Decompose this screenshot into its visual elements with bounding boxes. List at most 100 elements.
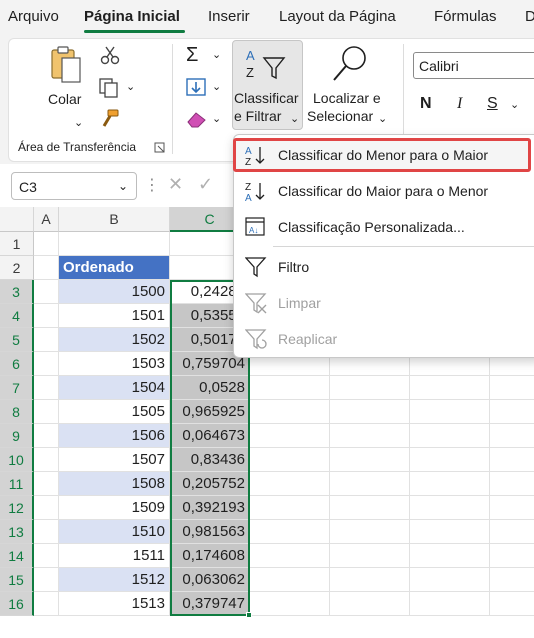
cell-a14[interactable] (34, 544, 59, 568)
row-header[interactable]: 1 (0, 232, 34, 256)
cell-a2[interactable] (34, 256, 59, 280)
row-header[interactable]: 12 (0, 496, 34, 520)
cell-f10[interactable] (410, 448, 490, 472)
tab-inserir[interactable]: Inserir (208, 8, 250, 25)
cell-a7[interactable] (34, 376, 59, 400)
clear-icon[interactable] (186, 110, 208, 128)
format-painter-icon[interactable] (99, 108, 121, 130)
row-header[interactable]: 11 (0, 472, 34, 496)
cell-e15[interactable] (330, 568, 410, 592)
cell-f9[interactable] (410, 424, 490, 448)
cell-d8[interactable] (250, 400, 330, 424)
cell-c11[interactable]: 0,205752 (170, 472, 250, 496)
cell-f7[interactable] (410, 376, 490, 400)
cell-c13[interactable]: 0,981563 (170, 520, 250, 544)
column-header-b[interactable]: B (59, 207, 170, 232)
menu-item-sort-descending[interactable]: Z A Classificar do Maior para o Menor (233, 174, 533, 208)
cell-a10[interactable] (34, 448, 59, 472)
find-select-icon[interactable] (330, 44, 370, 84)
row-header[interactable]: 4 (0, 304, 34, 328)
row-header[interactable]: 9 (0, 424, 34, 448)
cell-e16[interactable] (330, 592, 410, 616)
find-select-dropdown-icon[interactable]: ⌄ (378, 112, 387, 125)
cell-g12[interactable] (490, 496, 534, 520)
cell-b13[interactable]: 1510 (59, 520, 170, 544)
menu-item-clear[interactable]: Limpar (233, 286, 533, 320)
cell-g13[interactable] (490, 520, 534, 544)
row-header[interactable]: 10 (0, 448, 34, 472)
cell-f14[interactable] (410, 544, 490, 568)
cell-a6[interactable] (34, 352, 59, 376)
cell-b15[interactable]: 1512 (59, 568, 170, 592)
underline-dropdown-icon[interactable]: ⌄ (510, 98, 519, 111)
font-name-box[interactable]: Calibri (413, 52, 534, 79)
cell-d9[interactable] (250, 424, 330, 448)
cell-e9[interactable] (330, 424, 410, 448)
cell-e8[interactable] (330, 400, 410, 424)
cell-e14[interactable] (330, 544, 410, 568)
cell-b4[interactable]: 1501 (59, 304, 170, 328)
cell-b12[interactable]: 1509 (59, 496, 170, 520)
row-header[interactable]: 2 (0, 256, 34, 280)
cell-a1[interactable] (34, 232, 59, 256)
cell-g14[interactable] (490, 544, 534, 568)
row-header[interactable]: 13 (0, 520, 34, 544)
cell-b6[interactable]: 1503 (59, 352, 170, 376)
formula-bar-more-icon[interactable]: ⋮ (144, 175, 160, 195)
clipboard-dialog-launcher-icon[interactable] (154, 142, 166, 154)
find-select-label-line1[interactable]: Localizar e (313, 90, 381, 106)
cell-g7[interactable] (490, 376, 534, 400)
cell-a9[interactable] (34, 424, 59, 448)
tab-layout-da-pagina[interactable]: Layout da Página (279, 8, 396, 25)
cell-b1[interactable] (59, 232, 170, 256)
row-header[interactable]: 5 (0, 328, 34, 352)
cell-c9[interactable]: 0,064673 (170, 424, 250, 448)
cell-e10[interactable] (330, 448, 410, 472)
cell-b9[interactable]: 1506 (59, 424, 170, 448)
cell-a4[interactable] (34, 304, 59, 328)
cell-d14[interactable] (250, 544, 330, 568)
cell-f8[interactable] (410, 400, 490, 424)
cell-d15[interactable] (250, 568, 330, 592)
cell-c16[interactable]: 0,379747 (170, 592, 250, 616)
row-header[interactable]: 8 (0, 400, 34, 424)
name-box-dropdown-icon[interactable]: ⌄ (118, 179, 128, 193)
clear-dropdown-icon[interactable]: ⌄ (212, 112, 221, 125)
cell-b11[interactable]: 1508 (59, 472, 170, 496)
fill-dropdown-icon[interactable]: ⌄ (212, 80, 221, 93)
cell-a15[interactable] (34, 568, 59, 592)
confirm-entry-icon[interactable]: ✓ (198, 174, 213, 195)
cell-c14[interactable]: 0,174608 (170, 544, 250, 568)
cell-d12[interactable] (250, 496, 330, 520)
select-all-corner[interactable] (0, 207, 34, 232)
row-header[interactable]: 14 (0, 544, 34, 568)
tab-pagina-inicial[interactable]: Página Inicial (84, 8, 180, 25)
menu-item-filter[interactable]: Filtro (233, 250, 533, 284)
menu-item-reapply[interactable]: Reaplicar (233, 322, 533, 356)
paste-dropdown-icon[interactable]: ⌄ (74, 116, 83, 129)
cell-b3[interactable]: 1500 (59, 280, 170, 304)
cell-a16[interactable] (34, 592, 59, 616)
paste-icon[interactable] (48, 44, 88, 86)
cell-d7[interactable] (250, 376, 330, 400)
cell-a11[interactable] (34, 472, 59, 496)
cell-d11[interactable] (250, 472, 330, 496)
cell-c8[interactable]: 0,965925 (170, 400, 250, 424)
cell-a8[interactable] (34, 400, 59, 424)
cell-g11[interactable] (490, 472, 534, 496)
row-header[interactable]: 16 (0, 592, 34, 616)
cell-e13[interactable] (330, 520, 410, 544)
cell-a13[interactable] (34, 520, 59, 544)
underline-button[interactable]: S (487, 95, 498, 113)
cell-f12[interactable] (410, 496, 490, 520)
cell-f11[interactable] (410, 472, 490, 496)
column-header-a[interactable]: A (34, 207, 59, 232)
cell-d16[interactable] (250, 592, 330, 616)
cell-a12[interactable] (34, 496, 59, 520)
cell-b2[interactable]: Ordenado (59, 256, 170, 280)
cell-b5[interactable]: 1502 (59, 328, 170, 352)
row-header[interactable]: 15 (0, 568, 34, 592)
cell-f15[interactable] (410, 568, 490, 592)
cell-e7[interactable] (330, 376, 410, 400)
menu-item-sort-ascending[interactable]: A Z Classificar do Menor para o Maior (233, 138, 533, 172)
